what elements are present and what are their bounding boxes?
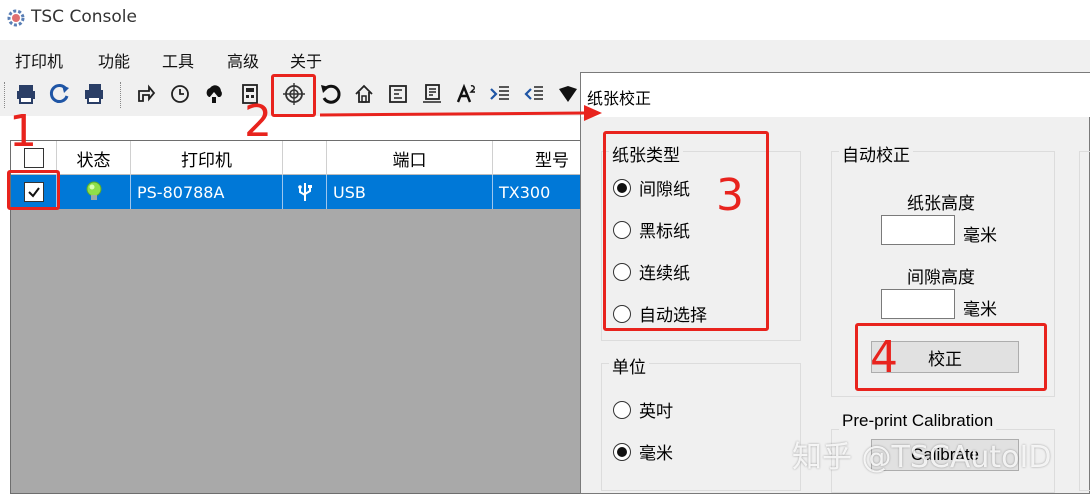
menu-bar: 打印机 功能 工具 高级 关于 (0, 40, 1090, 74)
paper-height-input[interactable] (881, 215, 955, 245)
menu-printer[interactable]: 打印机 (15, 48, 63, 72)
clock-icon[interactable] (168, 82, 192, 106)
printer-icon[interactable] (14, 82, 38, 106)
radio-inch[interactable]: 英吋 (613, 397, 673, 422)
feed-icon[interactable] (134, 82, 158, 106)
annotation-arrow (319, 105, 602, 121)
printer-grid: 状态 打印机 端口 型号 PS-80788A USB TX300 (10, 140, 583, 494)
printer-stack-icon[interactable] (82, 82, 106, 106)
title-bar: TSC Console (0, 0, 1090, 38)
annotation-number-4: 4 (870, 332, 898, 383)
annotation-box-1 (7, 170, 60, 210)
watermark: 知乎 @TSCAutoID (792, 440, 1052, 475)
online-bulb-icon (86, 181, 101, 200)
radio-label: 英吋 (639, 402, 673, 422)
header-port[interactable]: 端口 (327, 141, 493, 175)
annotation-box-2 (271, 74, 316, 117)
annotation-number-2: 2 (244, 96, 272, 147)
menu-function[interactable]: 功能 (98, 48, 130, 72)
unit-group (601, 363, 801, 491)
paper-height-unit: 毫米 (963, 226, 997, 246)
row-port-icon-cell (283, 175, 327, 209)
row-model: TX300 (499, 182, 551, 202)
partial-group (1079, 151, 1090, 491)
header-status[interactable]: 状态 (57, 141, 131, 175)
radio-button[interactable] (613, 442, 631, 461)
upload-icon[interactable] (202, 82, 226, 106)
menu-tools[interactable]: 工具 (162, 48, 194, 72)
dialog-title-bar: 纸张校正 (581, 73, 1090, 117)
auto-calibration-label: 自动校正 (839, 141, 913, 166)
radio-button[interactable] (613, 400, 631, 419)
header-port-icon[interactable] (283, 141, 327, 175)
row-printer-name: PS-80788A (131, 175, 283, 209)
grid-header: 状态 打印机 端口 型号 (11, 141, 583, 175)
gap-height-label: 间隙高度 (907, 268, 975, 288)
gap-height-unit: 毫米 (963, 300, 997, 320)
table-row[interactable]: PS-80788A USB TX300 (11, 175, 583, 209)
row-port: USB (327, 175, 493, 209)
radio-label: 毫米 (639, 444, 673, 464)
gear-app-icon (7, 9, 25, 27)
toolbar-separator (120, 82, 122, 108)
annotation-box-3 (603, 131, 769, 331)
menu-about[interactable]: 关于 (290, 48, 322, 72)
menu-advanced[interactable]: 高级 (227, 48, 259, 72)
radio-millimeter[interactable]: 毫米 (613, 439, 673, 464)
paper-height-label: 纸张高度 (907, 194, 975, 214)
toolbar-grip (4, 82, 6, 108)
usb-icon (297, 183, 312, 201)
unit-label: 单位 (609, 353, 649, 378)
preprint-calibration-label: Pre-print Calibration (839, 411, 997, 431)
refresh-icon[interactable] (48, 82, 72, 106)
row-status-cell (57, 175, 131, 209)
gap-height-input[interactable] (881, 289, 955, 319)
app-title: TSC Console (31, 7, 137, 27)
header-model[interactable]: 型号 (493, 141, 583, 175)
annotation-number-1: 1 (9, 106, 37, 157)
annotation-number-3: 3 (716, 170, 744, 221)
